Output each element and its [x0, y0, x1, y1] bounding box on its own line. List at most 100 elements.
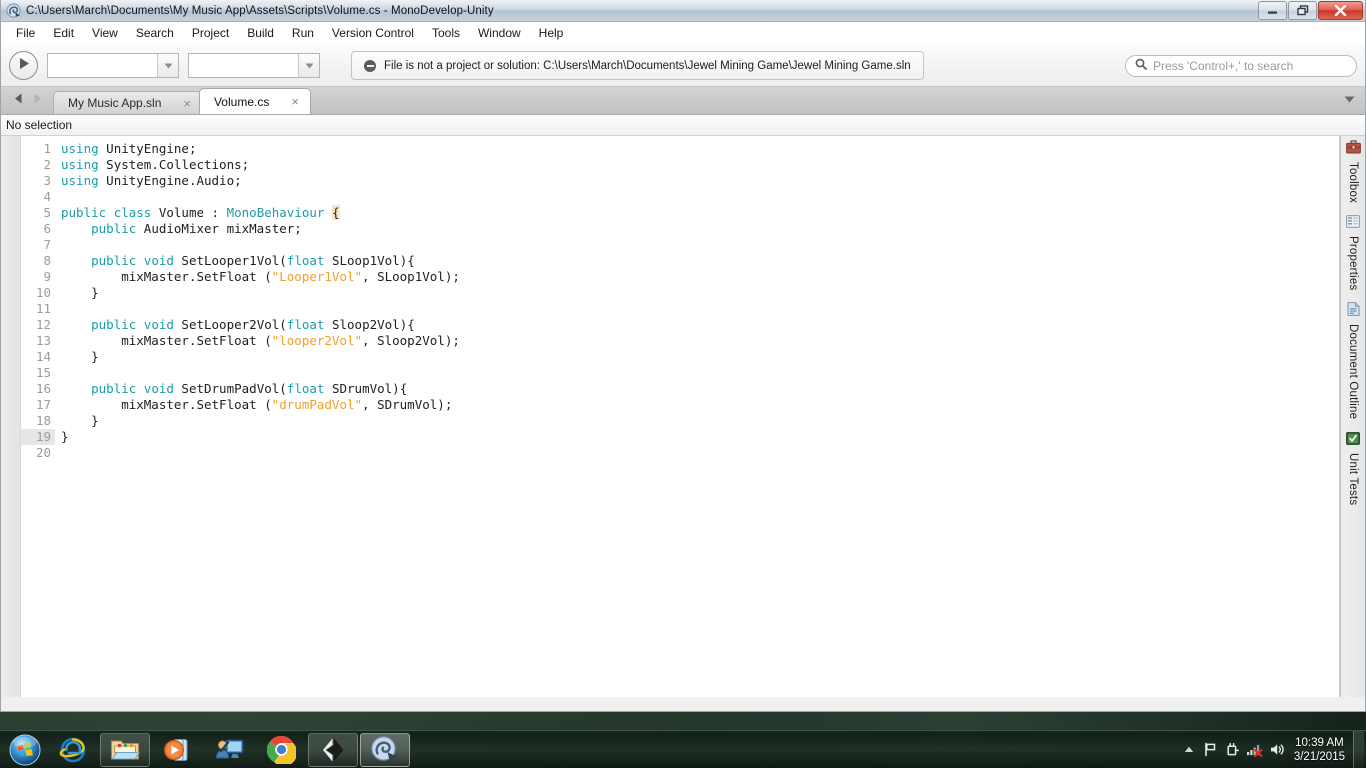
properties-grid-icon: [1346, 215, 1360, 233]
windows-start-orb-icon[interactable]: [2, 732, 48, 768]
close-icon[interactable]: ×: [183, 97, 191, 110]
code-line: using UnityEngine;: [61, 141, 197, 156]
pad-document-outline[interactable]: Document Outline: [1347, 302, 1360, 420]
windows-taskbar: 10:39 AM 3/21/2015: [0, 730, 1366, 768]
restore-button[interactable]: [1288, 1, 1317, 20]
show-desktop-button[interactable]: [1353, 730, 1364, 768]
menu-search[interactable]: Search: [127, 24, 183, 42]
configuration-combo-value[interactable]: [48, 54, 157, 77]
power-plug-icon[interactable]: [1222, 731, 1244, 768]
line-number: 5: [43, 205, 51, 220]
line-number: 18: [35, 413, 51, 428]
line-number: 4: [43, 189, 51, 204]
main-toolbar: File is not a project or solution: C:\Us…: [1, 45, 1365, 87]
menu-window[interactable]: Window: [469, 24, 530, 42]
line-number: 8: [43, 253, 51, 268]
remote-assistance-icon[interactable]: [204, 733, 254, 767]
menu-view[interactable]: View: [83, 24, 127, 42]
selection-status-bar: No selection: [1, 115, 1365, 136]
line-number: 11: [35, 301, 51, 316]
network-disconnected-icon[interactable]: [1244, 731, 1266, 768]
tab-overflow-button[interactable]: [1344, 90, 1365, 114]
error-minus-icon: [364, 59, 376, 72]
windows-media-player-icon[interactable]: [152, 733, 202, 767]
line-number: 20: [35, 445, 51, 460]
target-combo-value[interactable]: [189, 54, 298, 77]
menu-version-control[interactable]: Version Control: [323, 24, 423, 42]
clock-time: 10:39 AM: [1295, 736, 1344, 749]
chevron-down-icon: [1344, 90, 1355, 108]
search-icon: [1135, 57, 1147, 75]
pad-label: Toolbox: [1347, 162, 1359, 204]
menu-file[interactable]: File: [7, 24, 44, 42]
menu-help[interactable]: Help: [530, 24, 573, 42]
line-number: 10: [35, 285, 51, 300]
pad-label: Properties: [1347, 236, 1359, 291]
line-number: 13: [35, 333, 51, 348]
volume-speaker-icon[interactable]: [1266, 731, 1288, 768]
source-editor[interactable]: 1 2 3 4 5 6 7 8 9 10 11 12 13 14 15 16 17 18 19 20 using Un…: [1, 136, 1340, 697]
fold-margin[interactable]: [1, 136, 21, 697]
search-input[interactable]: Press 'Control+,' to search: [1125, 54, 1357, 77]
menu-run[interactable]: Run: [283, 24, 323, 42]
code-line: public void SetLooper2Vol(float Sloop2Vo…: [91, 317, 415, 332]
line-number-gutter: 1 2 3 4 5 6 7 8 9 10 11 12 13 14 15 16 17 18 19 20: [21, 141, 55, 697]
file-explorer-icon[interactable]: [100, 732, 150, 767]
close-button[interactable]: [1318, 1, 1363, 20]
internet-explorer-icon[interactable]: [48, 733, 98, 767]
right-pad-strip: Toolbox Properties Document Outline Unit…: [1340, 136, 1365, 697]
code-line: using System.Collections;: [61, 157, 250, 172]
selection-status-text: No selection: [6, 118, 73, 132]
code-line: public void SetLooper1Vol(float SLoop1Vo…: [91, 253, 415, 268]
status-message-text: File is not a project or solution: C:\Us…: [384, 59, 911, 72]
line-number: 2: [43, 157, 51, 172]
chevron-down-icon[interactable]: [298, 54, 319, 77]
tab-label: My Music App.sln: [68, 96, 162, 110]
configuration-combo[interactable]: [47, 53, 179, 78]
code-line: }: [61, 429, 69, 444]
pad-label: Document Outline: [1347, 324, 1359, 420]
window-controls: [1257, 1, 1363, 20]
run-button[interactable]: [9, 51, 38, 80]
window-bottom-filler: [1, 697, 1365, 711]
chevron-down-icon[interactable]: [157, 54, 178, 77]
line-number: 15: [35, 365, 51, 380]
status-message-panel[interactable]: File is not a project or solution: C:\Us…: [351, 51, 924, 80]
pad-unit-tests[interactable]: Unit Tests: [1346, 431, 1360, 505]
pad-properties[interactable]: Properties: [1346, 215, 1360, 290]
close-icon[interactable]: ×: [291, 95, 299, 108]
menu-tools[interactable]: Tools: [423, 24, 469, 42]
taskbar-clock[interactable]: 10:39 AM 3/21/2015: [1288, 736, 1353, 764]
tab-my-music-app-sln[interactable]: My Music App.sln ×: [53, 91, 203, 114]
document-tab-strip: My Music App.sln × Volume.cs ×: [1, 87, 1365, 115]
minimize-button[interactable]: [1258, 1, 1287, 20]
target-combo[interactable]: [188, 53, 320, 78]
action-center-flag-icon[interactable]: [1200, 731, 1222, 768]
line-number: 7: [43, 237, 51, 252]
chevron-up-icon[interactable]: [1178, 731, 1200, 768]
menu-build[interactable]: Build: [238, 24, 283, 42]
code-content[interactable]: using UnityEngine; using System.Collectio…: [55, 141, 1339, 697]
line-number: 14: [35, 349, 51, 364]
code-line: }: [61, 413, 99, 428]
search-placeholder: Press 'Control+,' to search: [1153, 58, 1294, 73]
arrow-left-icon[interactable]: [9, 91, 28, 109]
document-outline-icon: [1347, 302, 1360, 321]
pad-toolbox[interactable]: Toolbox: [1345, 140, 1361, 204]
title-bar[interactable]: C:\Users\March\Documents\My Music App\As…: [1, 0, 1365, 22]
monodevelop-icon[interactable]: [360, 732, 410, 767]
menu-bar: File Edit View Search Project Build Run …: [1, 22, 1365, 45]
arrow-right-icon[interactable]: [28, 91, 47, 109]
unity-editor-icon[interactable]: [308, 732, 358, 767]
menu-edit[interactable]: Edit: [44, 24, 83, 42]
google-chrome-icon[interactable]: [256, 733, 306, 767]
menu-project[interactable]: Project: [183, 24, 238, 42]
line-number: 12: [35, 317, 51, 332]
code-line: }: [61, 349, 99, 364]
system-tray: 10:39 AM 3/21/2015: [1178, 730, 1366, 768]
tab-volume-cs[interactable]: Volume.cs ×: [198, 88, 311, 114]
